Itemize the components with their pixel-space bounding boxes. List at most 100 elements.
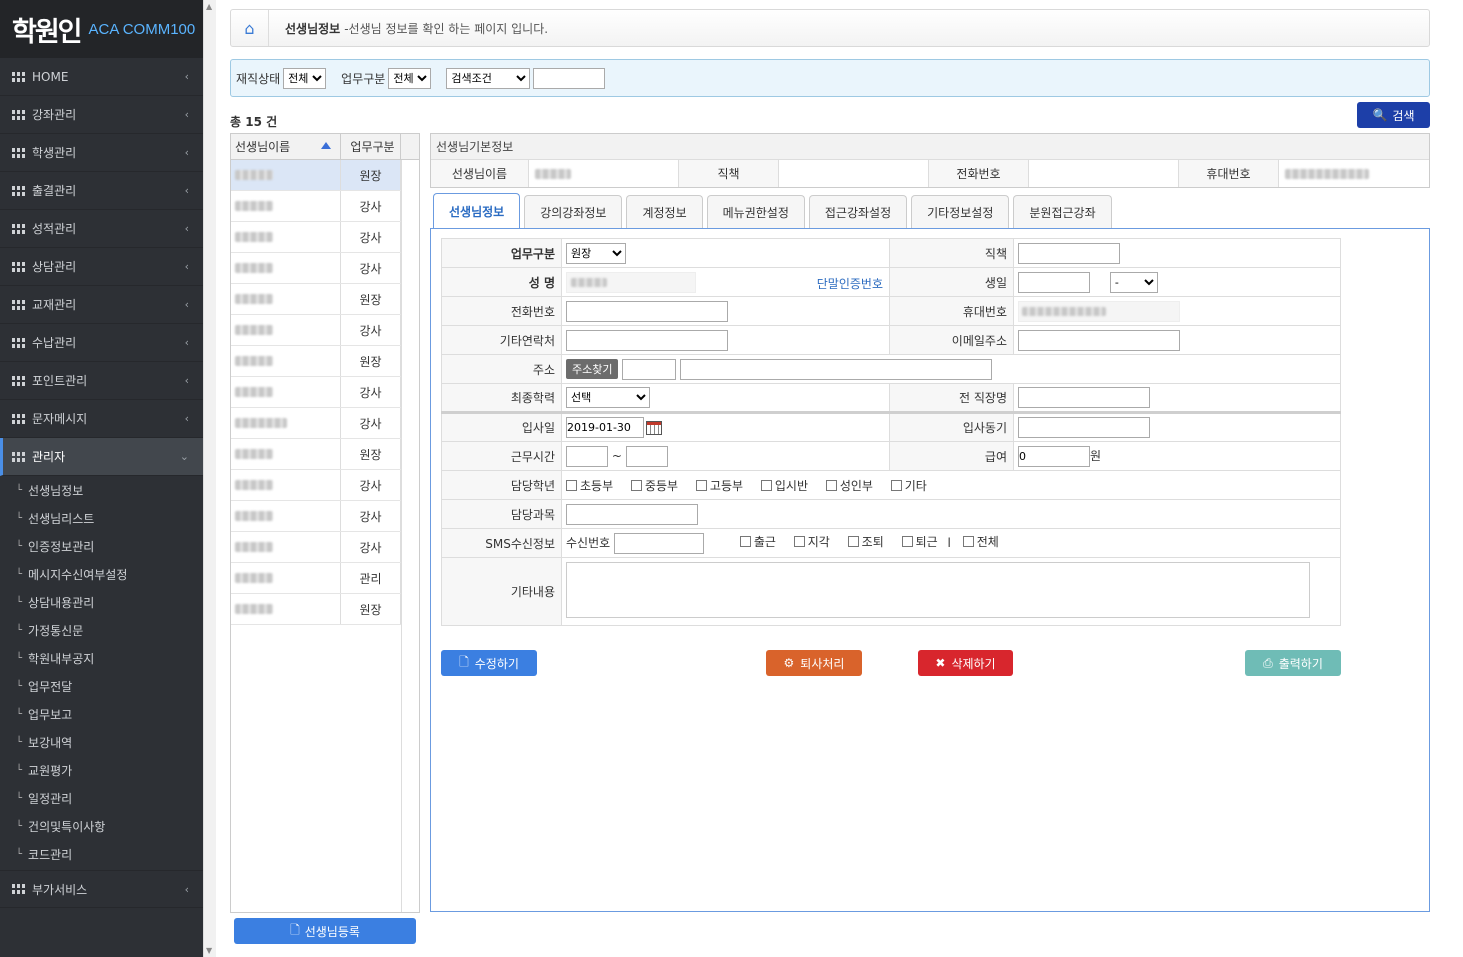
salary-input[interactable] <box>1018 445 1090 467</box>
table-row[interactable]: 원장 <box>231 594 419 625</box>
scroll-down-icon[interactable]: ▼ <box>206 946 212 955</box>
submenu-item[interactable]: └ 업무보고 <box>0 700 203 728</box>
submenu-item[interactable]: └ 일정관리 <box>0 784 203 812</box>
grade-checkbox-exam[interactable]: 입시반 <box>760 477 808 494</box>
tab-lecture-info[interactable]: 강의강좌정보 <box>524 195 623 229</box>
retire-button[interactable]: ⚙ 퇴사처리 <box>766 650 862 676</box>
submenu-item[interactable]: └ 메시지수신여부설정 <box>0 560 203 588</box>
table-row[interactable]: 원장 <box>231 284 419 315</box>
work-start-input[interactable] <box>566 445 608 467</box>
mobile-input[interactable] <box>1018 300 1180 322</box>
prev-job-input[interactable] <box>1018 387 1150 408</box>
tab-branch-access[interactable]: 분원접근강좌 <box>1013 195 1112 229</box>
duty-input[interactable] <box>1018 242 1120 264</box>
education-select[interactable]: 선택 <box>566 387 650 408</box>
sidebar-item-points[interactable]: 포인트관리 ‹ <box>0 362 203 400</box>
col-name-header[interactable]: 선생님이름 <box>231 134 341 159</box>
col-work-header[interactable]: 업무구분 <box>341 134 401 159</box>
grade-checkbox-etc[interactable]: 기타 <box>890 477 927 494</box>
search-input[interactable] <box>533 67 606 89</box>
home-icon[interactable]: ⌂ <box>231 10 269 46</box>
sms-checkbox-early[interactable]: 조퇴 <box>847 533 884 550</box>
table-row[interactable]: 강사 <box>231 408 419 439</box>
address-input[interactable] <box>680 358 993 380</box>
subject-input[interactable] <box>566 503 698 525</box>
table-row[interactable]: 강사 <box>231 377 419 408</box>
register-teacher-button[interactable]: 🗋 선생님등록 <box>234 918 416 944</box>
edit-button[interactable]: 🗋 수정하기 <box>441 650 537 676</box>
sidebar-item-payment[interactable]: 수납관리 ‹ <box>0 324 203 362</box>
join-motive-input[interactable] <box>1018 417 1150 438</box>
sidebar-item-sms[interactable]: 문자메시지 ‹ <box>0 400 203 438</box>
table-row[interactable]: 강사 <box>231 470 419 501</box>
memo-textarea[interactable] <box>566 562 1310 618</box>
scroll-up-icon[interactable]: ▲ <box>206 2 212 11</box>
submenu-item[interactable]: └ 상담내용관리 <box>0 588 203 616</box>
search-condition-select[interactable]: 검색조건 <box>446 67 531 89</box>
submenu-item[interactable]: └ 학원내부공지 <box>0 644 203 672</box>
table-row[interactable]: 강사 <box>231 315 419 346</box>
phone-input[interactable] <box>566 300 728 322</box>
table-row[interactable]: 관리 <box>231 563 419 594</box>
tab-teacher-info[interactable]: 선생님정보 <box>433 193 521 229</box>
zipcode-input[interactable] <box>622 358 677 380</box>
device-auth-link[interactable]: 단말인증번호 <box>817 275 883 292</box>
etc-contact-input[interactable] <box>566 329 728 351</box>
tab-account-info[interactable]: 계정정보 <box>626 195 703 229</box>
sms-checkbox-all[interactable]: 전체 <box>962 533 999 550</box>
sms-checkbox-checkout[interactable]: 퇴근 <box>901 533 938 550</box>
grade-checkbox-middle[interactable]: 중등부 <box>630 477 678 494</box>
table-row[interactable]: 원장 <box>231 439 419 470</box>
sidebar-item-student[interactable]: 학생관리 ‹ <box>0 134 203 172</box>
sidebar-item-textbook[interactable]: 교재관리 ‹ <box>0 286 203 324</box>
list-scroll-track[interactable] <box>401 160 419 912</box>
work-type-select[interactable]: 원장 <box>566 242 626 264</box>
work-select[interactable]: 전체 <box>388 67 432 89</box>
birthday-type-select[interactable]: - <box>1109 271 1158 293</box>
sidebar-item-counsel[interactable]: 상담관리 ‹ <box>0 248 203 286</box>
sidebar-item-course[interactable]: 강좌관리 ‹ <box>0 96 203 134</box>
submenu-item[interactable]: └ 코드관리 <box>0 840 203 868</box>
email-input[interactable] <box>1018 329 1180 351</box>
table-row[interactable]: 강사 <box>231 191 419 222</box>
sidebar-item-addon[interactable]: 부가서비스 ‹ <box>0 870 203 908</box>
submenu-item[interactable]: └ 인증정보관리 <box>0 532 203 560</box>
name-input[interactable] <box>566 271 696 293</box>
search-button[interactable]: 🔍 검색 <box>1357 102 1430 128</box>
table-row[interactable]: 강사 <box>231 501 419 532</box>
sidebar-item-attendance[interactable]: 출결관리 ‹ <box>0 172 203 210</box>
submenu-item[interactable]: └ 선생님정보 <box>0 476 203 504</box>
submenu-item[interactable]: └ 보강내역 <box>0 728 203 756</box>
sms-number-input[interactable] <box>614 532 704 554</box>
tab-menu-permission[interactable]: 메뉴권한설정 <box>706 195 805 229</box>
logo[interactable]: 학원인 ACA COMM100 <box>0 0 203 58</box>
sidebar-item-grades[interactable]: 성적관리 ‹ <box>0 210 203 248</box>
work-end-input[interactable] <box>625 445 668 467</box>
delete-button[interactable]: ✖ 삭제하기 <box>918 650 1013 676</box>
submenu-item[interactable]: └ 가정통신문 <box>0 616 203 644</box>
table-row[interactable]: 원장 <box>231 160 419 191</box>
status-select[interactable]: 전체 <box>283 67 327 89</box>
table-row[interactable]: 강사 <box>231 253 419 284</box>
grade-checkbox-high[interactable]: 고등부 <box>695 477 743 494</box>
tab-course-access[interactable]: 접근강좌설정 <box>808 195 908 229</box>
birthday-input[interactable] <box>1018 271 1090 293</box>
submenu-item[interactable]: └ 건의및특이사항 <box>0 812 203 840</box>
submenu-item[interactable]: └ 업무전달 <box>0 672 203 700</box>
grade-checkbox-adult[interactable]: 성인부 <box>825 477 873 494</box>
sidebar-item-admin[interactable]: 관리자 ⌄ <box>0 438 203 476</box>
table-row[interactable]: 강사 <box>231 222 419 253</box>
table-row[interactable]: 원장 <box>231 346 419 377</box>
print-button[interactable]: ⎙ 출력하기 <box>1245 650 1341 676</box>
sms-checkbox-late[interactable]: 지각 <box>793 533 830 550</box>
table-row[interactable]: 강사 <box>231 532 419 563</box>
sidebar-item-home[interactable]: HOME ‹ <box>0 58 203 96</box>
submenu-item[interactable]: └ 선생님리스트 <box>0 504 203 532</box>
sidebar-scrollbar[interactable]: ▲ ▼ <box>203 0 216 957</box>
calendar-icon[interactable] <box>646 420 662 435</box>
submenu-item[interactable]: └ 교원평가 <box>0 756 203 784</box>
find-address-button[interactable]: 주소찾기 <box>566 358 619 379</box>
grade-checkbox-elementary[interactable]: 초등부 <box>566 477 613 494</box>
tab-etc-settings[interactable]: 기타정보설정 <box>911 195 1010 229</box>
sms-checkbox-checkin[interactable]: 출근 <box>739 533 776 550</box>
